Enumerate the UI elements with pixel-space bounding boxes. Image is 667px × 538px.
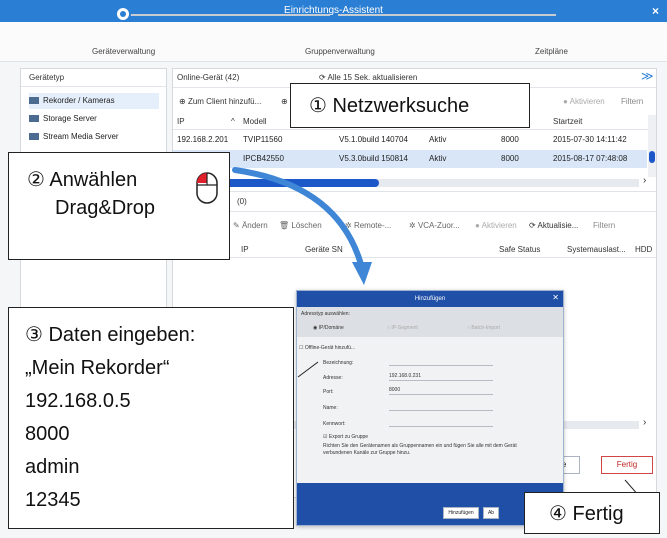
callout-text: „Mein Rekorder“ xyxy=(25,357,170,379)
drag-arrow-line xyxy=(232,167,365,271)
callout-text: 192.168.0.5 xyxy=(25,390,131,412)
callout-text: admin xyxy=(25,456,80,478)
callout-pointer xyxy=(297,361,319,378)
callout-enter-data: ③ Daten eingeben: „Mein Rekorder“ 192.16… xyxy=(8,307,294,529)
callout-text: ④ Fertig xyxy=(549,503,624,525)
drag-arrowhead xyxy=(352,262,372,285)
callout-select-drag: ② Anwählen Drag&Drop xyxy=(8,152,230,260)
callout-text: ② Anwählen xyxy=(27,169,138,191)
callout-network-search: ① Netzwerksuche xyxy=(290,83,530,128)
callout-text: 8000 xyxy=(25,423,70,445)
callout-text: ③ Daten eingeben: xyxy=(25,324,196,346)
callout-text: Drag&Drop xyxy=(55,197,156,219)
mouse-icon xyxy=(196,172,218,204)
callout-text: 12345 xyxy=(25,489,81,511)
callout-finish: ④ Fertig xyxy=(524,492,660,534)
callout-text: ① Netzwerksuche xyxy=(309,95,470,117)
